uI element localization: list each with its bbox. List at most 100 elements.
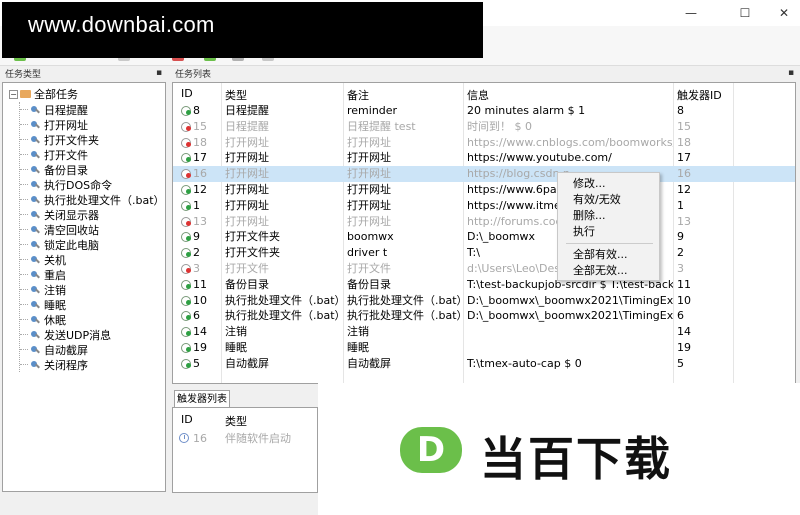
- tree-item[interactable]: 关闭程序: [20, 357, 165, 372]
- column-header-info[interactable]: 信息: [467, 87, 489, 103]
- table-row[interactable]: 6 执行批处理文件（.bat） 执行批处理文件（.bat） D:\_boomwx\_b…: [173, 308, 795, 324]
- clock-icon: [179, 433, 189, 443]
- tree-item[interactable]: 休眠: [20, 312, 165, 327]
- table-row[interactable]: 13 打开网址 打开网址 http://forums.code 13: [173, 214, 795, 230]
- cell-note: 执行批处理文件（.bat）: [347, 309, 461, 323]
- tree-item[interactable]: 执行DOS命令: [20, 177, 165, 192]
- task-rows: 8 日程提醒 reminder 20 minutes alarm $ 1 8 15 日程提醒…: [173, 103, 795, 372]
- tree-item[interactable]: 执行批处理文件（.bat）: [20, 192, 165, 207]
- disabled-status-icon: [181, 121, 191, 132]
- column-header-note[interactable]: 备注: [347, 87, 369, 103]
- table-row[interactable]: 18 打开网址 打开网址 https://www.cnblogs.com/boomwo…: [173, 135, 795, 151]
- cell-info: D:\_boomwx\_boomwx2021\TimingExecuter...: [467, 293, 673, 307]
- table-row[interactable]: 8 日程提醒 reminder 20 minutes alarm $ 1 8: [173, 103, 795, 119]
- trigger-column-header-id[interactable]: ID: [181, 413, 193, 426]
- tree-item-label: 打开文件夹: [44, 133, 99, 147]
- pin-icon[interactable]: ▪: [788, 68, 798, 80]
- cell-id: 5: [193, 356, 200, 370]
- tree-item[interactable]: 日程提醒: [20, 102, 165, 117]
- task-type-icon: [30, 345, 40, 354]
- menu-item-execute[interactable]: 执行: [573, 224, 595, 240]
- cell-info: https://www.cnblogs.com/boomworks/: [467, 135, 673, 149]
- table-row[interactable]: 1 打开网址 打开网址 https://www.itmed 1: [173, 198, 795, 214]
- cell-note: 自动截屏: [347, 356, 391, 370]
- tree-item[interactable]: 发送UDP消息: [20, 327, 165, 342]
- tree-item[interactable]: 关闭显示器: [20, 207, 165, 222]
- tree-item-label: 注销: [44, 283, 66, 297]
- tree-item[interactable]: 锁定此电脑: [20, 237, 165, 252]
- table-row[interactable]: 15 日程提醒 日程提醒 test 时间到！ $ 0 15: [173, 119, 795, 135]
- cell-trigger: 10: [677, 293, 691, 307]
- cell-note: 打开文件: [347, 261, 391, 275]
- table-row[interactable]: 3 打开文件 打开文件 d:\Users\Leo\Desk 3: [173, 261, 795, 277]
- cell-trigger: 1: [677, 198, 684, 212]
- tree-item[interactable]: 打开文件夹: [20, 132, 165, 147]
- table-row[interactable]: 14 注销 注销 14: [173, 324, 795, 340]
- cell-trigger: 9: [677, 230, 684, 244]
- task-list-panel-title: 任务列表: [175, 70, 212, 80]
- cell-trigger: 19: [677, 340, 691, 354]
- table-row[interactable]: 12 打开网址 打开网址 https://www.6park 12: [173, 182, 795, 198]
- task-type-icon: [30, 195, 40, 204]
- tree-item[interactable]: 打开网址: [20, 117, 165, 132]
- tab-trigger-list[interactable]: 触发器列表: [174, 390, 230, 408]
- trigger-column-header-type[interactable]: 类型: [225, 413, 247, 429]
- trigger-row[interactable]: 16 伴随软件启动: [179, 430, 291, 446]
- task-list-table: ID 类型 备注 信息 触发器ID 8 日程提醒 reminder 20 minute…: [172, 82, 796, 384]
- table-row[interactable]: 10 执行批处理文件（.bat） 执行批处理文件（.bat） D:\_boomwx\_…: [173, 293, 795, 309]
- task-type-tree: − 全部任务 日程提醒 打开网址 打开文件夹 打开文件 备份目录 执行DOS命令 执行批处理…: [2, 82, 166, 492]
- cell-note: driver t: [347, 246, 388, 260]
- tree-item[interactable]: 备份目录: [20, 162, 165, 177]
- collapse-icon[interactable]: −: [9, 89, 18, 99]
- table-row[interactable]: 11 备份目录 备份目录 T:\test-backupjob-srcdir $ T:\…: [173, 277, 795, 293]
- table-row[interactable]: 5 自动截屏 自动截屏 T:\tmex-auto-cap $ 0 5: [173, 356, 795, 372]
- table-row[interactable]: 9 打开文件夹 boomwx D:\_boomwx 9: [173, 229, 795, 245]
- menu-item-enable-all[interactable]: 全部有效...: [573, 247, 628, 263]
- enabled-status-icon: [181, 200, 191, 211]
- tree-item[interactable]: 打开文件: [20, 147, 165, 162]
- task-type-icon: [30, 180, 40, 189]
- menu-item-delete[interactable]: 删除...: [573, 208, 606, 224]
- column-header-trigger-id[interactable]: 触发器ID: [677, 87, 722, 103]
- tree-item[interactable]: 清空回收站: [20, 222, 165, 237]
- cell-trigger: 18: [677, 135, 691, 149]
- tree-item[interactable]: 注销: [20, 282, 165, 297]
- brand-watermark: D 当百下载: [318, 383, 800, 515]
- tree-item-label: 打开文件: [44, 148, 88, 162]
- tree-item[interactable]: 重启: [20, 267, 165, 282]
- task-type-icon: [30, 165, 40, 174]
- task-type-icon: [30, 330, 40, 339]
- menu-item-disable-all[interactable]: 全部无效...: [573, 263, 628, 279]
- task-type-icon: [30, 120, 40, 129]
- table-row[interactable]: 16 打开网址 打开网址 https://blog.csdn.n 16: [173, 166, 795, 182]
- tree-item[interactable]: 睡眠: [20, 297, 165, 312]
- pin-icon[interactable]: ▪: [156, 68, 166, 80]
- cell-type: 打开网址: [225, 151, 269, 165]
- tree-root-all-tasks[interactable]: − 全部任务: [9, 87, 78, 101]
- table-row[interactable]: 17 打开网址 打开网址 https://www.youtube.com/17: [173, 150, 795, 166]
- table-row[interactable]: 19 睡眠 睡眠 19: [173, 340, 795, 356]
- maximize-button[interactable]: ☐: [722, 0, 768, 26]
- cell-note: 日程提醒 test: [347, 119, 416, 133]
- minimize-button[interactable]: —: [668, 0, 714, 26]
- menu-item-edit[interactable]: 修改...: [573, 176, 606, 192]
- cell-id: 17: [193, 151, 207, 165]
- cell-id: 9: [193, 230, 200, 244]
- cell-info: [467, 324, 673, 340]
- tree-item-label: 自动截屏: [44, 343, 88, 357]
- table-row[interactable]: 2 打开文件夹 driver t T:\ 2: [173, 245, 795, 261]
- cell-trigger: 13: [677, 214, 691, 228]
- cell-trigger: 16: [677, 167, 691, 181]
- tree-item[interactable]: 关机: [20, 252, 165, 267]
- cell-note: 打开网址: [347, 198, 391, 212]
- column-header-id[interactable]: ID: [181, 87, 193, 103]
- cell-trigger: 15: [677, 119, 691, 133]
- menu-item-toggle-valid[interactable]: 有效/无效: [573, 192, 621, 208]
- close-button[interactable]: ✕: [768, 0, 800, 26]
- enabled-status-icon: [181, 153, 191, 164]
- task-type-icon: [30, 285, 40, 294]
- cell-type: 打开文件夹: [225, 230, 280, 244]
- cell-id: 12: [193, 182, 207, 196]
- column-header-type[interactable]: 类型: [225, 87, 247, 103]
- tree-item[interactable]: 自动截屏: [20, 342, 165, 357]
